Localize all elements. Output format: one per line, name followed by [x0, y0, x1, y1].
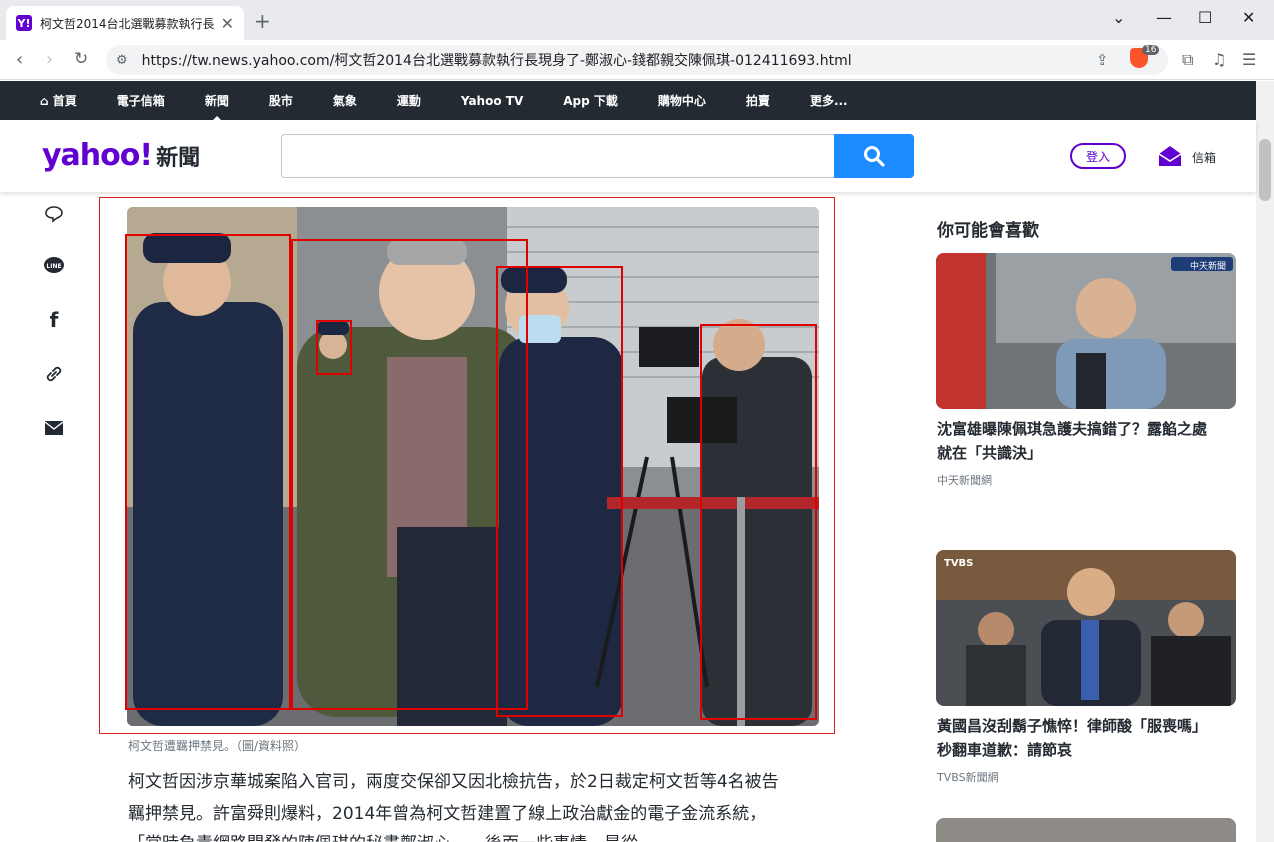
yahoo-favicon-icon: Y! [16, 15, 32, 31]
article-paragraph-line: 「當時負責網路開發的陳佩琪的秘書鄭淑心……後面一些事情，是從 [128, 830, 828, 842]
browser-tab-strip: Y! 柯文哲2014台北選戰募款執行長 ✕ + ⌄ — ☐ ✕ [0, 0, 1274, 40]
mail-label[interactable]: 信箱 [1192, 149, 1216, 166]
nav-item-sports[interactable]: 運動 [397, 92, 421, 109]
site-settings-icon[interactable]: ⚙ [116, 53, 128, 68]
login-button[interactable]: 登入 [1070, 143, 1126, 169]
menu-icon[interactable]: ☰ [1242, 50, 1256, 69]
mail-icon[interactable] [1158, 145, 1182, 167]
card-thumbnail [936, 253, 1236, 409]
back-icon[interactable]: ‹ [16, 49, 23, 70]
facebook-share-icon[interactable]: f [40, 306, 68, 334]
nav-item-stocks[interactable]: 股市 [269, 92, 293, 109]
maximize-icon[interactable]: ☐ [1198, 8, 1212, 27]
forward-icon[interactable]: › [46, 49, 53, 70]
email-share-icon[interactable] [40, 414, 68, 442]
card-title-line: 黃國昌沒刮鬍子憔悴！律師酸「服喪嗎」 [937, 717, 1208, 735]
recommendation-image[interactable]: TVBS [936, 550, 1236, 706]
copy-link-icon[interactable] [40, 360, 68, 388]
nav-item-weather[interactable]: 氣象 [333, 92, 357, 109]
recommendation-title[interactable]: 黃國昌沒刮鬍子憔悴！律師酸「服喪嗎」 秒翻車道歉：請節哀 [937, 714, 1237, 762]
detection-box-ko-wenje [291, 239, 528, 710]
shield-count-badge: 16 [1142, 45, 1160, 55]
tab-list-chevron-icon[interactable]: ⌄ [1112, 8, 1125, 27]
comment-icon[interactable] [40, 200, 68, 228]
card-video-tag: 中天新聞 [1189, 262, 1226, 272]
line-share-icon[interactable]: LINE [40, 252, 68, 280]
logo-section-label: 新聞 [156, 146, 201, 171]
yahoo-top-nav: ⌂ 首頁 電子信箱 新聞 股市 氣象 運動 Yahoo TV App 下載 購物… [0, 81, 1256, 122]
recommendations-heading: 你可能會喜歡 [937, 221, 1039, 241]
window-close-icon[interactable]: ✕ [1242, 8, 1255, 27]
new-tab-icon[interactable]: + [254, 9, 271, 33]
nav-item-more[interactable]: 更多... [810, 92, 848, 109]
url-text[interactable]: https://tw.news.yahoo.com/柯文哲2014台北選戰募款執… [142, 50, 1042, 70]
detection-box-masked-officer [496, 266, 623, 717]
logo-wordmark: yahoo! [42, 138, 153, 173]
minimize-icon[interactable]: — [1156, 8, 1172, 27]
extensions-icon[interactable]: ⧉ [1182, 50, 1193, 70]
share-icon[interactable]: ⇪ [1096, 51, 1109, 69]
nav-item-home[interactable]: ⌂ 首頁 [40, 92, 77, 109]
recommendation-image[interactable] [936, 818, 1236, 842]
scrollbar-thumb[interactable] [1259, 139, 1271, 201]
nav-item-yahoo-tv[interactable]: Yahoo TV [461, 94, 523, 108]
photo-caption: 柯文哲遭羈押禁見。（圖/資料照） [128, 739, 307, 753]
reload-icon[interactable]: ↻ [74, 49, 88, 69]
yahoo-header: yahoo! 新聞 登入 信箱 [0, 120, 1256, 192]
page-scrollbar[interactable] [1256, 81, 1274, 842]
article-paragraph-line: 羈押禁見。許富舜則爆料，2014年曾為柯文哲建置了線上政治獻金的電子金流系統， [128, 804, 767, 824]
recommendation-title[interactable]: 沈富雄曝陳佩琪急護夫搞錯了？露餡之處 就在「共識決」 [937, 417, 1237, 465]
yahoo-news-logo[interactable]: yahoo! 新聞 [42, 138, 200, 173]
url-field[interactable]: ⚙ https://tw.news.yahoo.com/柯文哲2014台北選戰募… [106, 45, 1168, 75]
card-title-line: 就在「共識決」 [937, 444, 1043, 462]
close-tab-icon[interactable]: ✕ [221, 14, 234, 33]
recommendation-image[interactable]: 中天新聞 [936, 253, 1236, 409]
nav-item-auction[interactable]: 拍賣 [746, 92, 770, 109]
nav-item-shopping[interactable]: 購物中心 [658, 92, 706, 109]
browser-tab[interactable]: Y! 柯文哲2014台北選戰募款執行長 ✕ [6, 6, 244, 40]
recommendation-source: 中天新聞網 [937, 474, 992, 487]
svg-text:LINE: LINE [46, 263, 61, 270]
nav-item-mail[interactable]: 電子信箱 [117, 92, 165, 109]
detection-box-background-officer [316, 320, 352, 375]
search-icon [864, 146, 885, 167]
card-video-tag: TVBS [944, 558, 974, 569]
nav-label: 首頁 [52, 94, 77, 108]
detection-box-cameraman [700, 324, 817, 720]
nav-item-news[interactable]: 新聞 [205, 92, 229, 122]
search-input[interactable] [281, 134, 835, 178]
address-bar-row: ‹ › ↻ ⚙ https://tw.news.yahoo.com/柯文哲201… [0, 40, 1274, 80]
tab-title: 柯文哲2014台北選戰募款執行長 [40, 16, 215, 31]
card-title-line: 沈富雄曝陳佩琪急護夫搞錯了？露餡之處 [937, 420, 1208, 438]
search-button[interactable] [834, 134, 914, 178]
card-thumbnail [936, 550, 1236, 706]
article-paragraph-line: 柯文哲因涉京華城案陷入官司，兩度交保卻又因北檢抗告，於2日裁定柯文哲等4名被告 [128, 772, 779, 792]
recommendation-source: TVBS新聞網 [937, 771, 999, 784]
media-icon[interactable]: ♫ [1212, 50, 1226, 69]
card-title-line: 秒翻車道歉：請節哀 [937, 741, 1073, 759]
detection-box-officer-left [125, 234, 291, 710]
nav-item-app-download[interactable]: App 下載 [563, 92, 618, 109]
